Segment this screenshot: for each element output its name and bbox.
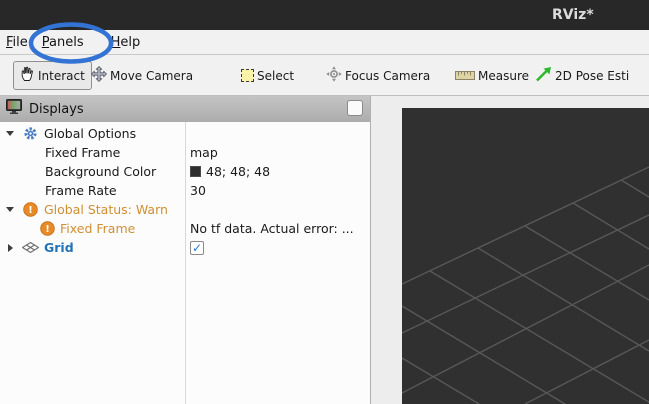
tool-interact[interactable]: Interact	[13, 61, 92, 90]
displays-panel-header: Displays	[0, 96, 370, 122]
row-label: Global Options	[44, 126, 136, 141]
expand-arrow-icon[interactable]	[4, 207, 16, 212]
green-pose-arrow-icon	[535, 66, 552, 85]
row-label: Fixed Frame	[60, 221, 135, 236]
menu-panels-rest: anels	[49, 35, 84, 50]
svg-text:!: !	[45, 224, 50, 235]
menu-file[interactable]: File	[1, 35, 33, 50]
row-label: Frame Rate	[45, 183, 117, 198]
status-message: No tf data. Actual error: ...	[185, 221, 370, 236]
tree-column-separator[interactable]	[185, 122, 186, 404]
tool-measure[interactable]: Measure	[448, 61, 536, 90]
displays-panel-title: Displays	[29, 102, 84, 117]
collapse-arrow-icon[interactable]	[4, 244, 16, 252]
warning-icon: !	[22, 202, 39, 217]
grid-enabled-value: ✓	[185, 241, 370, 255]
main-area: Displays Global Options	[0, 96, 649, 404]
grid-icon	[22, 242, 39, 253]
check-icon: ✓	[192, 241, 202, 255]
tool-select[interactable]: Select	[234, 61, 301, 90]
row-label: Global Status: Warn	[44, 202, 168, 217]
tool-2d-pose-estimate[interactable]: 2D Pose Esti	[528, 61, 636, 90]
tool-focus-camera[interactable]: Focus Camera	[319, 61, 437, 90]
svg-text:!: !	[28, 205, 33, 216]
tool-measure-label: Measure	[478, 69, 529, 83]
3d-viewport[interactable]	[402, 108, 649, 404]
tool-focus-camera-label: Focus Camera	[345, 69, 430, 83]
expand-arrow-icon[interactable]	[4, 131, 16, 136]
displays-tree: Global Options Fixed Frame map Backgroun…	[0, 122, 370, 404]
row-label: Fixed Frame	[45, 145, 120, 160]
menu-panels[interactable]: Panels	[37, 35, 89, 50]
row-label: Grid	[44, 240, 74, 255]
rviz-window: RViz* File Panels Help Interact Move Cam…	[0, 0, 649, 404]
title-bar: RViz*	[0, 0, 649, 30]
selection-box-icon	[241, 69, 254, 82]
menu-help-rest: elp	[120, 35, 140, 50]
window-title: RViz*	[552, 0, 594, 30]
row-value-text: 30	[190, 183, 206, 198]
fixed-frame-value[interactable]: map	[185, 145, 370, 160]
panel-float-button[interactable]	[347, 100, 363, 116]
row-value-text: 48; 48; 48	[206, 164, 270, 179]
row-label: Background Color	[45, 164, 156, 179]
tool-move-camera[interactable]: Move Camera	[84, 61, 200, 90]
row-value-text: No tf data. Actual error: ...	[190, 221, 354, 236]
viewport-render	[402, 108, 649, 404]
background-color-value[interactable]: 48; 48; 48	[185, 164, 370, 179]
menu-file-rest: ile	[13, 35, 28, 50]
tool-move-camera-label: Move Camera	[110, 69, 193, 83]
ruler-icon	[455, 69, 475, 83]
focus-crosshair-icon	[326, 66, 342, 85]
gear-icon	[22, 126, 39, 141]
checkbox-checked[interactable]: ✓	[190, 241, 204, 255]
toolbar: Interact Move Camera Select Focus Camera…	[0, 55, 649, 96]
displays-panel: Displays Global Options	[0, 96, 371, 404]
tool-select-label: Select	[257, 69, 294, 83]
menu-help-mnemonic: H	[111, 35, 121, 50]
tool-interact-label: Interact	[38, 69, 85, 83]
tool-2d-pose-estimate-label: 2D Pose Esti	[555, 69, 629, 83]
hand-cursor-icon	[20, 66, 35, 85]
menu-bar: File Panels Help	[0, 30, 649, 55]
menu-help[interactable]: Help	[106, 35, 146, 50]
move-arrows-icon	[91, 66, 107, 85]
displays-monitor-icon	[6, 99, 23, 119]
warning-icon: !	[40, 221, 55, 236]
row-value-text: map	[190, 145, 218, 160]
color-swatch	[190, 166, 201, 177]
menu-panels-mnemonic: P	[42, 35, 49, 50]
frame-rate-value[interactable]: 30	[185, 183, 370, 198]
